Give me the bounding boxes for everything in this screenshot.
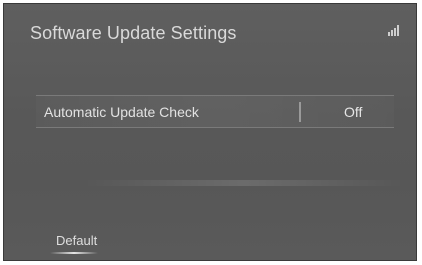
software-update-settings-screen: Software Update Settings Automatic Updat…	[3, 3, 417, 261]
signal-icon	[388, 24, 400, 36]
automatic-update-check-row[interactable]: Automatic Update Check Off	[36, 95, 394, 128]
default-button-underline	[50, 252, 98, 254]
background-light-streak	[84, 180, 404, 186]
setting-label: Automatic Update Check	[44, 104, 199, 120]
default-button-label: Default	[56, 233, 98, 248]
page-title: Software Update Settings	[30, 23, 237, 43]
setting-value: Off	[344, 104, 363, 120]
row-divider	[299, 102, 301, 122]
default-button[interactable]: Default	[46, 230, 116, 256]
